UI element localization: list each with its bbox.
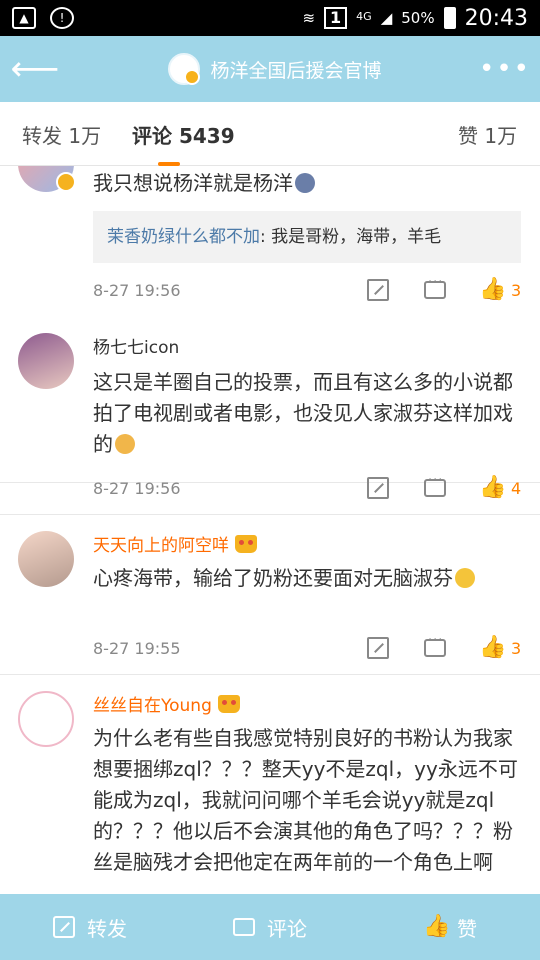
more-button[interactable]: ••• xyxy=(470,36,540,102)
thumbs-up-icon: 👍 xyxy=(423,914,451,939)
comment-date: 8-27 19:55 xyxy=(93,639,181,658)
back-button[interactable]: ⟵ xyxy=(0,36,70,102)
comment-item: 丝丝自在Young 为什么老有些自我感觉特别良好的书粉认为我家想要捆绑zql？？… xyxy=(0,675,540,894)
user-name[interactable]: 丝丝自在Young xyxy=(93,691,240,716)
tab-likes[interactable]: 赞 1万 xyxy=(458,120,517,149)
like-count: 4 xyxy=(511,479,522,498)
account-avatar[interactable] xyxy=(168,53,201,85)
like-label: 赞 xyxy=(457,916,477,941)
repost-button[interactable]: 转发 xyxy=(0,894,180,960)
comment-item: 天天向上的阿空咩 心疼海带，输给了奶粉还要面对无脑淑芬 8-27 19:55 👍… xyxy=(0,515,540,675)
notification-icon: ! xyxy=(50,7,74,29)
vip-crown-icon xyxy=(235,535,257,553)
status-bar: ▲ ! ≋ 1 4G ◢ 50% 20:43 xyxy=(0,0,540,36)
comment-list[interactable]: 我只想说杨洋就是杨洋 茉香奶绿什么都不加: 我是哥粉，海带，羊毛 8-27 19… xyxy=(0,166,540,894)
user-avatar[interactable] xyxy=(18,691,74,747)
user-avatar[interactable] xyxy=(18,333,74,389)
repost-icon[interactable] xyxy=(367,637,389,659)
signal-icon: ◢ xyxy=(380,9,393,27)
repost-icon[interactable] xyxy=(367,477,389,499)
quoted-user-name[interactable]: 茉香奶绿什么都不加 xyxy=(107,227,260,247)
header-title-group[interactable]: 杨洋全国后援会官博 xyxy=(80,53,470,85)
comment-date: 8-27 19:56 xyxy=(93,479,181,498)
tab-repost[interactable]: 转发 1万 xyxy=(22,120,101,149)
user-avatar[interactable] xyxy=(18,531,74,587)
verified-badge-icon xyxy=(56,172,76,192)
app-header: ⟵ 杨洋全国后援会官博 ••• xyxy=(0,36,540,102)
battery-percent: 50% xyxy=(401,9,435,27)
network-type: 4G xyxy=(356,9,372,23)
reply-icon[interactable] xyxy=(424,633,446,657)
wifi-icon: ≋ xyxy=(302,9,316,27)
like-button[interactable]: 👍 赞 xyxy=(360,894,540,960)
reply-icon[interactable] xyxy=(424,275,446,299)
quoted-comment[interactable]: 茉香奶绿什么都不加: 我是哥粉，海带，羊毛 xyxy=(93,211,521,263)
comment-text: 这只是羊圈自己的投票，而且有这么多的小说都拍了电视剧或者电影，也没见人家淑芬这样… xyxy=(93,370,513,456)
comment-label: 评论 xyxy=(267,916,307,941)
repost-label: 转发 xyxy=(87,916,127,941)
vip-crown-icon xyxy=(217,695,240,713)
clock: 20:43 xyxy=(464,5,528,31)
tab-bar: 转发 1万 评论 5439 赞 1万 xyxy=(0,102,540,166)
dog-emoji-icon xyxy=(115,434,135,454)
reply-icon[interactable] xyxy=(424,473,446,497)
comment-meta: 8-27 19:56 👍 4 xyxy=(93,473,523,501)
emoji-icon xyxy=(295,173,315,193)
comment-meta: 8-27 19:56 👍 3 xyxy=(93,275,523,303)
comment-text: 为什么老有些自我感觉特别良好的书粉认为我家想要捆绑zql？？？整天yy不是zql… xyxy=(93,726,518,874)
comment-button[interactable]: 评论 xyxy=(180,894,360,960)
bottom-toolbar: 转发 评论 👍 赞 xyxy=(0,894,540,960)
comment-icon xyxy=(233,918,255,936)
user-name[interactable]: 杨七七icon xyxy=(93,333,179,358)
like-icon[interactable]: 👍 xyxy=(479,279,506,301)
arrow-left-icon: ⟵ xyxy=(10,49,60,89)
repost-icon xyxy=(53,916,75,938)
comment-text: 我只想说杨洋就是杨洋 xyxy=(93,168,523,199)
page-title: 杨洋全国后援会官博 xyxy=(210,59,382,82)
comment-meta: 8-27 19:55 👍 3 xyxy=(93,633,523,661)
sim-slot-indicator: 1 xyxy=(324,7,348,29)
like-icon[interactable]: 👍 xyxy=(479,477,506,499)
more-dots-icon: ••• xyxy=(478,54,531,84)
tab-comments[interactable]: 评论 5439 xyxy=(132,120,235,149)
comment-text: 心疼海带，输给了奶粉还要面对无脑淑芬 xyxy=(93,563,523,594)
quoted-text: : 我是哥粉，海带，羊毛 xyxy=(260,227,442,247)
gallery-icon: ▲ xyxy=(12,7,36,29)
comment-date: 8-27 19:56 xyxy=(93,281,181,300)
crying-laugh-emoji-icon xyxy=(455,568,475,588)
user-name[interactable]: 天天向上的阿空咩 xyxy=(93,531,257,556)
comment-item: 杨七七icon 这只是羊圈自己的投票，而且有这么多的小说都拍了电视剧或者电影，也… xyxy=(0,317,540,515)
like-count: 3 xyxy=(511,281,522,300)
battery-icon xyxy=(443,7,456,29)
like-icon[interactable]: 👍 xyxy=(479,637,506,659)
repost-icon[interactable] xyxy=(367,279,389,301)
like-count: 3 xyxy=(511,639,522,658)
